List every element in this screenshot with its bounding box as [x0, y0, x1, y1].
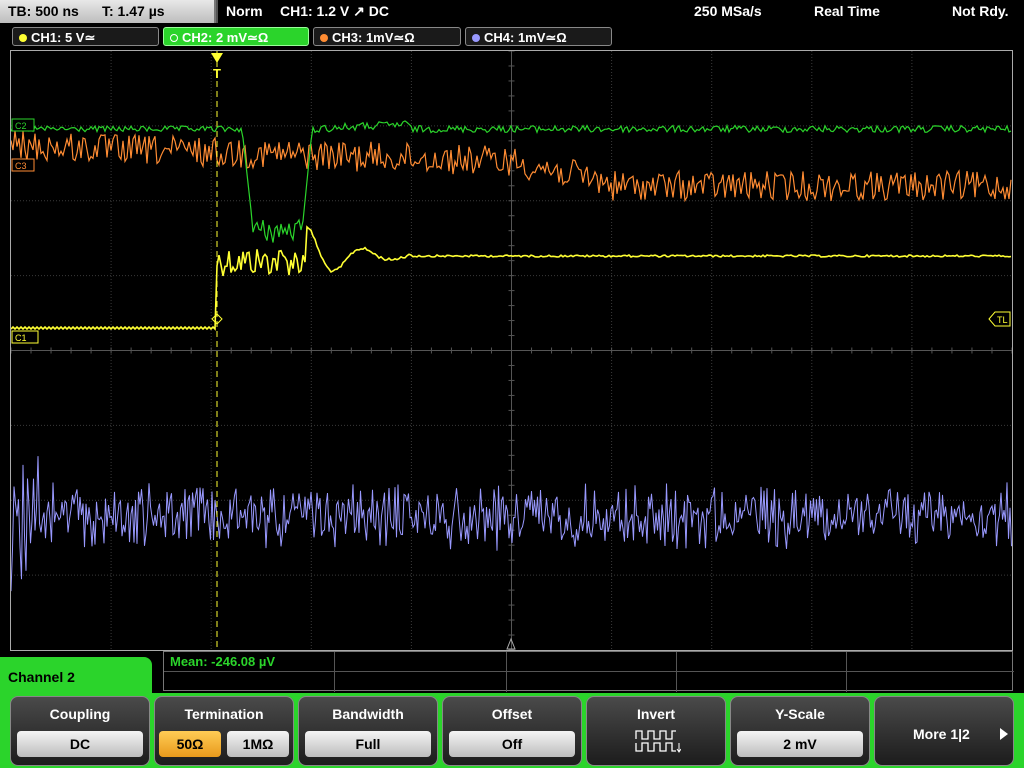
chevron-right-icon — [1000, 728, 1008, 740]
divider — [164, 671, 1014, 672]
waveform-canvas: T C2 C3 C1 TL — [11, 51, 1012, 650]
trigger-time-value: T: 1.47 µs — [102, 3, 165, 19]
trigger-level-label: TL — [997, 315, 1008, 325]
invert-title: Invert — [636, 706, 676, 722]
ch3-ground-marker[interactable]: C3 — [11, 158, 35, 172]
ch1-dot-icon — [19, 34, 27, 42]
graticule — [11, 51, 1012, 650]
invert-button[interactable]: Invert — [586, 696, 726, 766]
coupling-button[interactable]: Coupling DC — [10, 696, 150, 766]
measurement-panel: Mean: -246.08 µV — [163, 651, 1014, 692]
termination-50ohm-option[interactable]: 50Ω — [159, 731, 221, 757]
channel-panel-label: Channel 2 — [8, 669, 75, 685]
trigger-level-marker[interactable]: TL — [988, 311, 1011, 327]
channel-tab-row: CH1: 5 V≃ CH2: 2 mV≃Ω CH3: 1mV≃Ω CH4: 1m… — [0, 24, 1024, 49]
ch2-dot-icon — [170, 34, 178, 42]
ch1-marker-label: C1 — [15, 333, 27, 343]
trigger-marker[interactable]: T — [211, 53, 223, 81]
ch3-marker-label: C3 — [15, 161, 27, 171]
termination-1mohm-option[interactable]: 1MΩ — [227, 731, 289, 757]
ch4-dot-icon — [472, 34, 480, 42]
tab-ch2[interactable]: CH2: 2 mV≃Ω — [163, 27, 309, 46]
termination-button[interactable]: Termination 50Ω 1MΩ — [154, 696, 294, 766]
divider — [216, 0, 218, 23]
coupling-title: Coupling — [49, 706, 111, 722]
status-bar: TB: 500 ns T: 1.47 µs Norm CH1: 1.2 V ↗ … — [0, 0, 1024, 24]
tab-ch3[interactable]: CH3: 1mV≃Ω — [313, 27, 461, 46]
tab-ch1-label: CH1: 5 V≃ — [31, 30, 96, 45]
waveform-display[interactable]: T C2 C3 C1 TL — [10, 50, 1013, 651]
invert-wave-icon — [635, 730, 681, 753]
tab-ch3-label: CH3: 1mV≃Ω — [332, 30, 415, 45]
bandwidth-title: Bandwidth — [332, 706, 404, 722]
ch2-marker-label: C2 — [15, 121, 27, 131]
termination-title: Termination — [184, 706, 264, 722]
divider — [846, 652, 847, 692]
ch2-ground-marker[interactable]: C2 — [11, 118, 35, 132]
divider — [676, 652, 677, 692]
offset-value[interactable]: Off — [449, 731, 575, 757]
y-scale-title: Y-Scale — [775, 706, 825, 722]
trigger-info[interactable]: CH1: 1.2 V ↗ DC — [280, 0, 389, 23]
timebase-box[interactable]: TB: 500 ns T: 1.47 µs — [0, 0, 216, 23]
status-indicator: Not Rdy. — [952, 3, 1009, 19]
divider — [334, 652, 335, 692]
ch3-dot-icon — [320, 34, 328, 42]
sample-rate: 250 MSa/s — [694, 3, 762, 19]
tab-ch1[interactable]: CH1: 5 V≃ — [12, 27, 159, 46]
tab-ch4[interactable]: CH4: 1mV≃Ω — [465, 27, 612, 46]
tab-ch2-label: CH2: 2 mV≃Ω — [182, 30, 269, 45]
tab-ch4-label: CH4: 1mV≃Ω — [484, 30, 567, 45]
timebase-value: TB: 500 ns — [8, 3, 79, 19]
softkey-bar: Coupling DC Termination 50Ω 1MΩ Bandwidt… — [0, 693, 1024, 768]
offset-button[interactable]: Offset Off — [442, 696, 582, 766]
more-button[interactable]: More 1|2 — [874, 696, 1014, 766]
bandwidth-value[interactable]: Full — [305, 731, 431, 757]
bandwidth-button[interactable]: Bandwidth Full — [298, 696, 438, 766]
more-label: More 1|2 — [913, 726, 970, 742]
trigger-mode[interactable]: Norm — [226, 0, 263, 23]
channel-panel-title: Channel 2 — [0, 657, 152, 697]
divider — [506, 652, 507, 692]
offset-title: Offset — [491, 706, 533, 722]
mean-measurement: Mean: -246.08 µV — [170, 654, 276, 669]
y-scale-value[interactable]: 2 mV — [737, 731, 863, 757]
acquisition-mode[interactable]: Real Time — [814, 0, 880, 23]
ch1-ground-marker[interactable]: C1 — [11, 330, 39, 344]
coupling-value[interactable]: DC — [17, 731, 143, 757]
y-scale-button[interactable]: Y-Scale 2 mV — [730, 696, 870, 766]
trigger-marker-label: T — [213, 66, 221, 81]
